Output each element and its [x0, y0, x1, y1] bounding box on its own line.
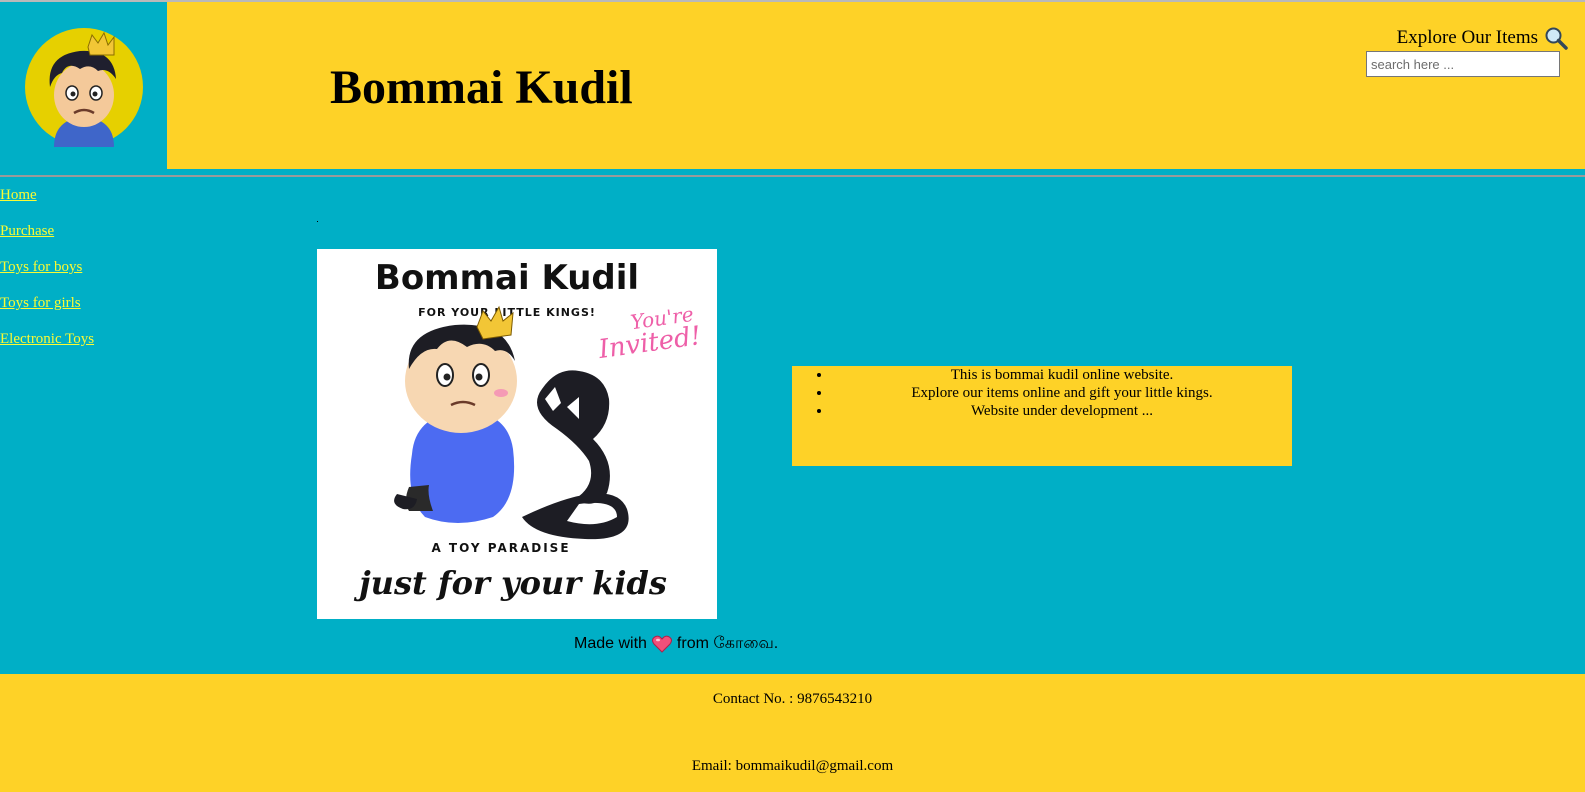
mascot-illustration — [394, 305, 629, 540]
explore-label: Explore Our Items — [1396, 27, 1538, 48]
logo-avatar-icon — [25, 28, 143, 147]
poster-invite-line2: Invited! — [596, 321, 703, 365]
nav-link-toys-for-boys[interactable]: Toys for boys — [0, 259, 94, 295]
stray-dot — [317, 221, 318, 222]
header-divider — [0, 169, 1585, 177]
heart-icon — [651, 635, 672, 653]
explore-block: Explore Our Items — [1397, 26, 1568, 50]
poster-tagline: FOR YOUR LITTLE KINGS! — [418, 306, 596, 319]
made-with-line: Made with from கோவை. — [574, 634, 778, 654]
poster-subtitle: A TOY PARADISE — [431, 541, 570, 555]
poster-title: Bommai Kudil — [375, 258, 639, 298]
contact-phone: Contact No. : 9876543210 — [712, 691, 873, 707]
info-item: Website under development ... — [832, 402, 1292, 420]
nav-link-purchase[interactable]: Purchase — [0, 223, 94, 259]
nav-link-home[interactable]: Home — [0, 187, 94, 223]
site-header: Bommai Kudil Explore Our Items — [0, 2, 1585, 169]
search-icon[interactable] — [1544, 26, 1568, 50]
poster-graphic: Bommai Kudil FOR YOUR LITTLE KINGS! You'… — [353, 258, 703, 602]
info-item: This is bommai kudil online website. — [832, 366, 1292, 384]
promo-poster: Bommai Kudil FOR YOUR LITTLE KINGS! You'… — [317, 249, 717, 619]
site-footer: Contact No. : 9876543210 Email: bommaiku… — [0, 674, 1585, 792]
search-input[interactable] — [1366, 51, 1560, 77]
made-with-prefix: Made with — [574, 635, 647, 652]
info-item: Explore our items online and gift your l… — [832, 384, 1292, 402]
info-list: This is bommai kudil online website. Exp… — [792, 366, 1292, 420]
page-title: Bommai Kudil — [330, 61, 633, 114]
contact-email: Email: bommaikudil@gmail.com — [691, 758, 894, 774]
logo-cell — [0, 2, 167, 169]
sidebar-nav: Home Purchase Toys for boys Toys for gir… — [0, 187, 94, 367]
nav-link-electronic-toys[interactable]: Electronic Toys — [0, 331, 94, 367]
made-with-suffix: from கோவை. — [676, 635, 779, 652]
poster-slogan: just for your kids — [353, 564, 667, 602]
nav-link-toys-for-girls[interactable]: Toys for girls — [0, 295, 94, 331]
info-box: This is bommai kudil online website. Exp… — [792, 366, 1292, 466]
main-content: Home Purchase Toys for boys Toys for gir… — [0, 177, 1585, 674]
